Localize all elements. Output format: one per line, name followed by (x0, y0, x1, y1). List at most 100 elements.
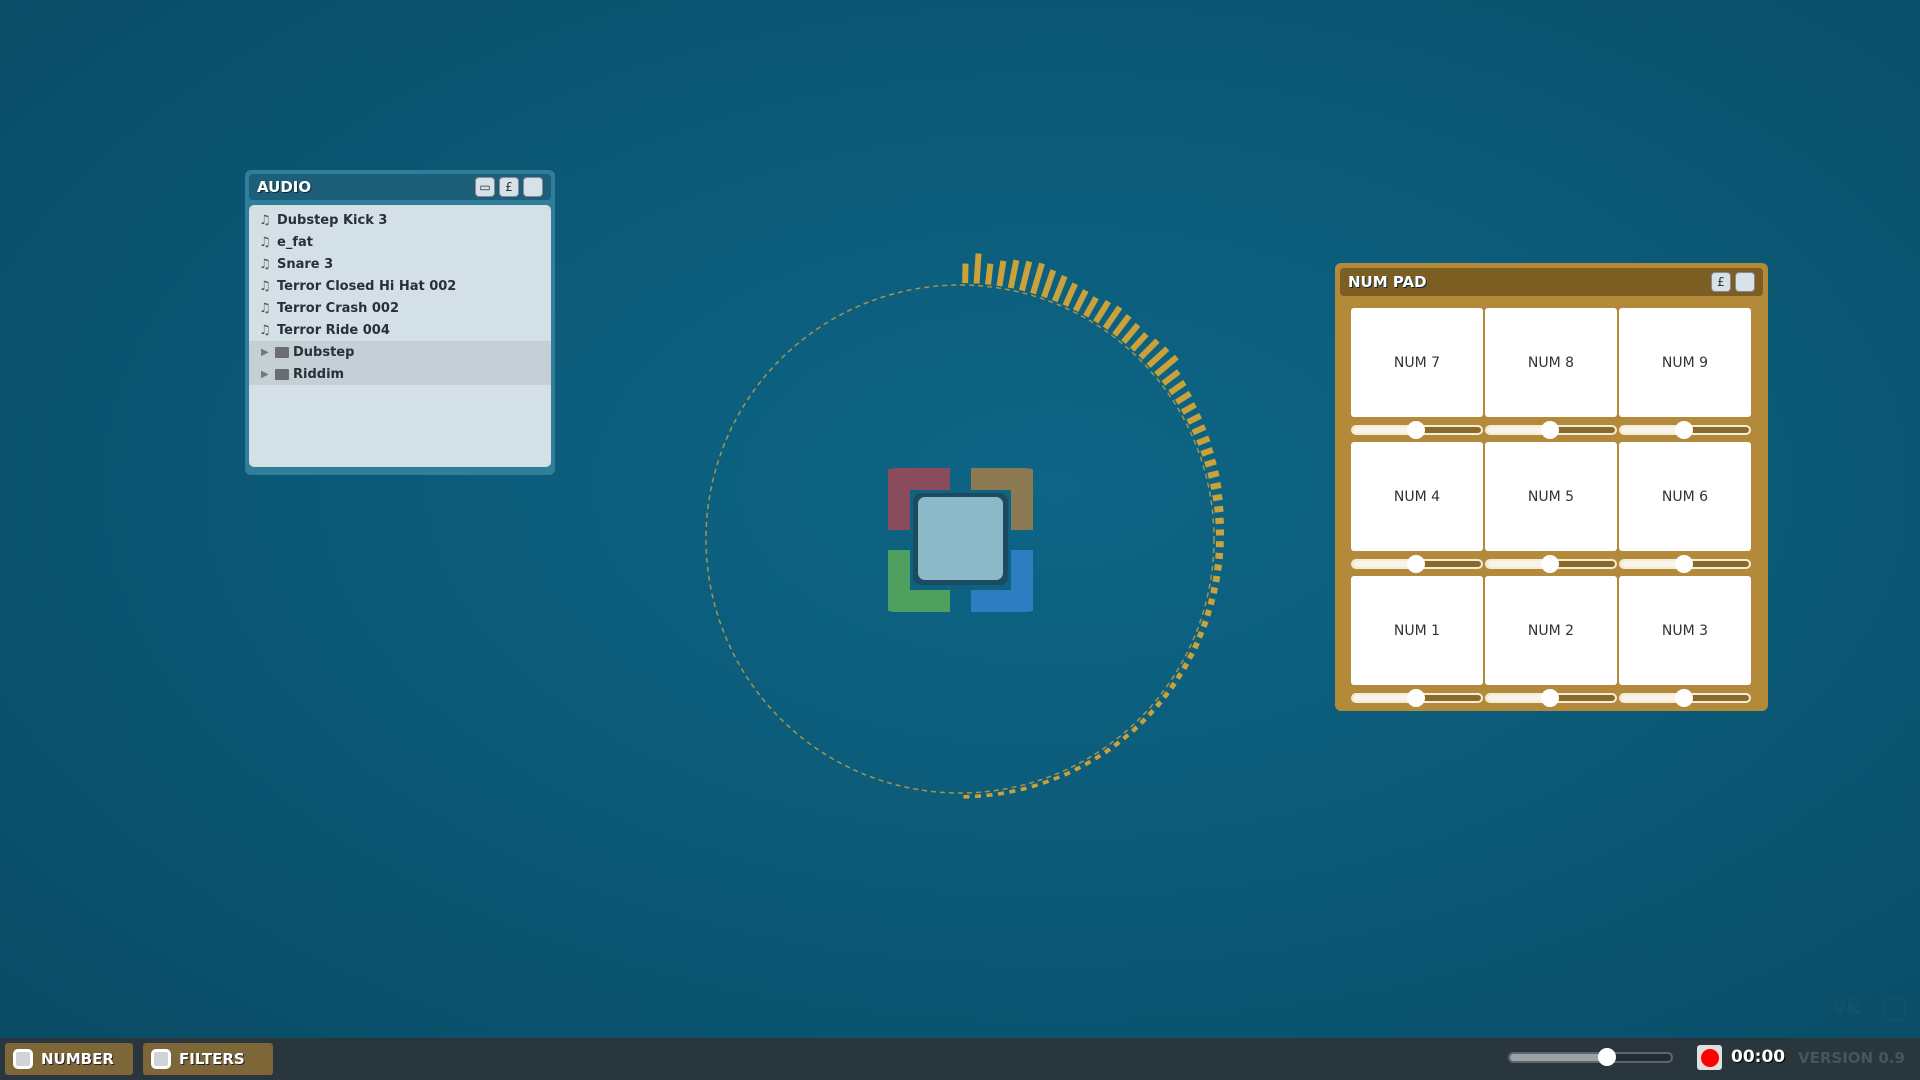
record-icon (1700, 1048, 1719, 1067)
filters-label: FILTERS (179, 1050, 245, 1068)
file-name: Terror Ride 004 (277, 322, 390, 338)
key-volume-slider[interactable] (1351, 420, 1483, 439)
music-note-icon: ♫ (259, 234, 271, 250)
file-name: Terror Closed Hi Hat 002 (277, 278, 457, 294)
audio-panel-titlebar[interactable]: AUDIO ▭ £ (249, 174, 551, 200)
spectrum-bar (1191, 424, 1207, 436)
spectrum-bar (1063, 770, 1071, 777)
spectrum-bar (1161, 369, 1181, 386)
numpad-key[interactable]: NUM 6 (1619, 442, 1751, 551)
spectrum-bar (1204, 609, 1212, 617)
slider-knob[interactable] (1406, 554, 1425, 573)
pin-icon[interactable]: £ (1711, 272, 1731, 292)
key-volume-slider[interactable] (1619, 688, 1751, 707)
folder-icon[interactable]: ▭ (475, 177, 495, 197)
numpad-panel-titlebar[interactable]: NUM PAD £ (1340, 268, 1763, 296)
numpad-key[interactable]: NUM 1 (1351, 576, 1483, 685)
volume-slider[interactable] (1508, 1048, 1673, 1066)
slider-knob[interactable] (1674, 554, 1693, 573)
version-label: VERSION 0.9 (1798, 1049, 1905, 1067)
checkbox-icon[interactable] (151, 1049, 171, 1069)
spectrum-bar (1102, 305, 1123, 330)
expand-arrow-icon[interactable]: ▶ (261, 369, 275, 380)
slider-knob[interactable] (1674, 688, 1693, 707)
slider-knob[interactable] (1540, 420, 1559, 439)
file-name: e_fat (277, 234, 313, 250)
spectrum-bar (1213, 505, 1224, 513)
spectrum-bar (1180, 402, 1197, 415)
key-volume-slider[interactable] (1351, 554, 1483, 573)
spectrum-bar (1138, 338, 1160, 360)
audio-file-item[interactable]: ♫ e_fat (249, 231, 551, 253)
expand-arrow-icon[interactable]: ▶ (261, 347, 275, 358)
spectrum-bar (1187, 651, 1195, 660)
slider-knob[interactable] (1406, 688, 1425, 707)
music-note-icon: ♫ (259, 300, 271, 316)
key-volume-slider[interactable] (1619, 554, 1751, 573)
audio-panel: AUDIO ▭ £ ♫ Dubstep Kick 3 ♫ e_fat ♫ Snare … (245, 170, 555, 475)
spectrum-bar (997, 791, 1005, 796)
key-volume-slider[interactable] (1619, 420, 1751, 439)
volume-knob[interactable] (1597, 1048, 1616, 1066)
audio-file-item[interactable]: ♫ Terror Crash 002 (249, 297, 551, 319)
file-name: Snare 3 (277, 256, 334, 272)
numpad-key[interactable]: NUM 4 (1351, 442, 1483, 551)
record-button[interactable] (1697, 1045, 1722, 1070)
checkbox-icon[interactable] (13, 1049, 33, 1069)
audio-file-item[interactable]: ♫ Terror Closed Hi Hat 002 (249, 275, 551, 297)
audio-file-item[interactable]: ♫ Snare 3 (249, 253, 551, 275)
numpad-key[interactable]: NUM 9 (1619, 308, 1751, 417)
folder-icon (275, 368, 289, 380)
spectrum-bar (1112, 314, 1132, 337)
spectrum-bar (1212, 575, 1221, 583)
spectrum-bar (1083, 296, 1099, 318)
audio-file-item[interactable]: ♫ Dubstep Kick 3 (249, 209, 551, 231)
number-button[interactable]: NUMBER (5, 1043, 133, 1075)
numpad-key[interactable]: NUM 8 (1485, 308, 1617, 417)
spectrum-bar (1168, 379, 1187, 396)
spectrum-bar (1146, 346, 1170, 369)
numpad-panel-title: NUM PAD (1348, 273, 1427, 291)
key-volume-slider[interactable] (1485, 554, 1617, 573)
spectrum-bar (1207, 470, 1220, 479)
window-icon[interactable] (523, 177, 543, 197)
slider-knob[interactable] (1674, 420, 1693, 439)
key-volume-slider[interactable] (1485, 420, 1617, 439)
slider-knob[interactable] (1540, 688, 1559, 707)
spectrum-bar (1200, 447, 1214, 457)
audio-file-list: ♫ Dubstep Kick 3 ♫ e_fat ♫ Snare 3 ♫ Terror … (249, 205, 551, 467)
file-name: Dubstep Kick 3 (277, 212, 388, 228)
numpad-key[interactable]: NUM 7 (1351, 308, 1483, 417)
spectrum-bar (1212, 493, 1223, 502)
window-icon[interactable] (1735, 272, 1755, 292)
folder-item-dubstep[interactable]: ▶ Dubstep (249, 341, 551, 363)
spectrum-bar (1030, 262, 1045, 295)
spectrum-bar (1200, 620, 1209, 628)
spectrum-bar (1215, 517, 1224, 525)
spectrum-bar (1181, 662, 1190, 671)
numpad-key[interactable]: NUM 2 (1485, 576, 1617, 685)
spectrum-bar (996, 260, 1007, 287)
twitter-icon[interactable]: ▢ (1880, 990, 1908, 1025)
key-volume-slider[interactable] (1351, 688, 1483, 707)
music-note-icon: ♫ (259, 278, 271, 294)
spectrum-bar (1094, 753, 1102, 761)
spectrum-bar (985, 263, 994, 285)
spectrum-bar (1041, 269, 1057, 299)
numpad-row: NUM 7 NUM 8 NUM 9 (1351, 308, 1752, 417)
spectrum-bar (1204, 458, 1217, 468)
spectrum-bar (973, 253, 982, 284)
spectrum-bar (1019, 260, 1033, 292)
folder-item-riddim[interactable]: ▶ Riddim (249, 363, 551, 385)
filters-button[interactable]: FILTERS (143, 1043, 273, 1075)
slider-knob[interactable] (1540, 554, 1559, 573)
numpad-key[interactable]: NUM 5 (1485, 442, 1617, 551)
vk-icon[interactable]: vk (1832, 995, 1861, 1020)
numpad-key[interactable]: NUM 3 (1619, 576, 1751, 685)
slider-knob[interactable] (1406, 420, 1425, 439)
key-volume-slider[interactable] (1485, 688, 1617, 707)
numpad-row: NUM 4 NUM 5 NUM 6 (1351, 442, 1752, 551)
pin-icon[interactable]: £ (499, 177, 519, 197)
audio-file-item[interactable]: ♫ Terror Ride 004 (249, 319, 551, 341)
spectrum-bar (1093, 299, 1111, 324)
